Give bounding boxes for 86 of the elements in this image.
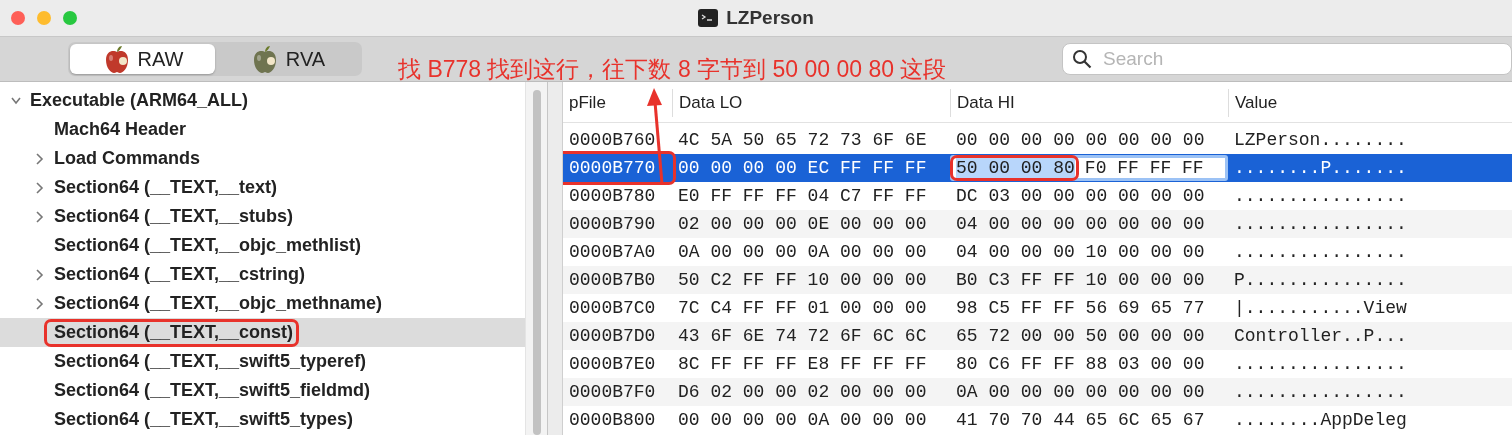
tree-item[interactable]: Section64 (__TEXT,__const): [0, 318, 525, 347]
tree-item[interactable]: Section64 (__TEXT,__objc_methname): [0, 289, 525, 318]
table-cell-text: 0000B800: [568, 409, 657, 432]
table-cell-text: 4C 5A 50 65 72 73 6F 6E: [677, 129, 928, 152]
table-cell-text: 0A 00 00 00 0A 00 00 00: [677, 241, 928, 264]
table-row[interactable]: 0000B7D0 43 6F 6E 74 72 6F 6C 6C 65 72 00 00 50 00 00 00 Controller..P...: [563, 322, 1512, 350]
column-header[interactable]: Data HI: [950, 89, 1228, 117]
tree-item[interactable]: Section64 (__TEXT,__cstring): [0, 260, 525, 289]
chevron-icon[interactable]: [35, 267, 45, 282]
table-row[interactable]: 0000B790 02 00 00 00 0E 00 00 00 04 00 00 00 00 00 00 00 ................: [563, 210, 1512, 238]
table-cell-text: 00 00 00 00 EC FF FF FF: [677, 157, 928, 180]
search-icon: [1072, 49, 1092, 69]
table-cell-text: DC 03 00 00 00 00 00 00: [955, 185, 1206, 208]
table-cell-text: ................: [1233, 185, 1408, 208]
cell-text: F0 FF FF FF: [1084, 158, 1204, 178]
table-cell-text: ........P.......: [1233, 157, 1408, 180]
table-cell-text: 0A 00 00 00 00 00 00 00: [955, 381, 1206, 404]
table-cell-text: Controller..P...: [1233, 325, 1408, 348]
table-cell-text: 00 00 00 00 00 00 00 00: [955, 129, 1206, 152]
scrollbar[interactable]: [525, 82, 547, 435]
table-cell-text: 04 00 00 00 10 00 00 00: [955, 241, 1206, 264]
chevron-icon[interactable]: [35, 296, 45, 311]
table-cell-text: 0000B790: [568, 213, 657, 236]
cell-editor[interactable]: 50 00 00 80 F0 FF FF FF: [950, 155, 1228, 181]
tree-item[interactable]: Section64 (__TEXT,__swift5_fieldmd): [0, 376, 525, 405]
tree-item[interactable]: Executable (ARM64_ALL): [0, 86, 525, 115]
tree-item[interactable]: Mach64 Header: [0, 115, 525, 144]
column-header[interactable]: Value: [1228, 89, 1512, 117]
table-cell-text: 50 C2 FF FF 10 00 00 00: [677, 269, 928, 292]
tree-item[interactable]: Section64 (__TEXT,__swift5_types): [0, 405, 525, 434]
table-row[interactable]: 0000B800 00 00 00 00 0A 00 00 00 41 70 70 44 65 6C 65 67 ........AppDeleg: [563, 406, 1512, 434]
table-cell-text: B0 C3 FF FF 10 00 00 00: [955, 269, 1206, 292]
table-cell-text: 04 00 00 00 00 00 00 00: [955, 213, 1206, 236]
window-title: LZPerson: [726, 7, 814, 29]
table-cell: 0000B770: [563, 154, 672, 182]
table-row[interactable]: 0000B7E0 8C FF FF FF E8 FF FF FF 80 C6 FF FF 88 03 00 00 ................: [563, 350, 1512, 378]
tree-item[interactable]: Section64 (__TEXT,__objc_methlist): [0, 231, 525, 260]
terminal-icon: [698, 9, 719, 27]
table-cell-text: |...........View: [1233, 297, 1408, 320]
mode-tab[interactable]: RAW: [70, 44, 215, 74]
table-cell-text: 98 C5 FF FF 56 69 65 77: [955, 297, 1206, 320]
table-cell-text: 41 70 70 44 65 6C 65 67: [955, 409, 1206, 432]
table-cell-text: 65 72 00 00 50 00 00 00: [955, 325, 1206, 348]
table-cell-text: 0000B7B0: [568, 269, 657, 292]
chevron-icon[interactable]: [35, 209, 45, 224]
table-cell-text: ................: [1233, 241, 1408, 264]
chevron-icon[interactable]: [35, 180, 45, 195]
table-row[interactable]: 0000B760 4C 5A 50 65 72 73 6F 6E 00 00 00 00 00 00 00 00 LZPerson........: [563, 126, 1512, 154]
table-cell-text: E0 FF FF FF 04 C7 FF FF: [677, 185, 928, 208]
mode-tab[interactable]: RVA: [215, 44, 360, 74]
table-cell-text: P...............: [1233, 269, 1408, 292]
table-cell-text: 80 C6 FF FF 88 03 00 00: [955, 353, 1206, 376]
search-field[interactable]: Search: [1062, 43, 1512, 75]
table-row[interactable]: 0000B7B0 50 C2 FF FF 10 00 00 00 B0 C3 FF FF 10 00 00 00 P...............: [563, 266, 1512, 294]
table-cell-text: 0000B7D0: [568, 325, 657, 348]
close-button[interactable]: [11, 11, 25, 25]
table-cell-text: 0000B7A0: [568, 241, 657, 264]
table-cell-text: ................: [1233, 213, 1408, 236]
tree-item[interactable]: Section64 (__TEXT,__stubs): [0, 202, 525, 231]
column-header[interactable]: Data LO: [672, 89, 950, 117]
table-cell-text: 00 00 00 00 0A 00 00 00: [677, 409, 928, 432]
table-cell-text: ................: [1233, 353, 1408, 376]
tree-item[interactable]: Section64 (__TEXT,__swift5_typeref): [0, 347, 525, 376]
table-cell-text: 8C FF FF FF E8 FF FF FF: [677, 353, 928, 376]
table-cell-text: 0000B7E0: [568, 353, 657, 376]
table-cell-text: 0000B760: [568, 129, 657, 152]
table-row[interactable]: 0000B7A0 0A 00 00 00 0A 00 00 00 04 00 00 00 10 00 00 00 ................: [563, 238, 1512, 266]
table-cell-text: ................: [1233, 381, 1408, 404]
table-row[interactable]: 0000B7C0 7C C4 FF FF 01 00 00 00 98 C5 FF FF 56 69 65 77 |...........View: [563, 294, 1512, 322]
column-header[interactable]: pFile: [563, 89, 672, 117]
chevron-icon[interactable]: [35, 151, 45, 166]
tree-item[interactable]: Section64 (__TEXT,__text): [0, 173, 525, 202]
table-cell-text: 0000B7C0: [568, 297, 657, 320]
tree-item[interactable]: Load Commands: [0, 144, 525, 173]
table-cell-text: 7C C4 FF FF 01 00 00 00: [677, 297, 928, 320]
table-row[interactable]: 0000B7F0 D6 02 00 00 02 00 00 00 0A 00 00 00 00 00 00 00 ................: [563, 378, 1512, 406]
annotation-text: 找 B778 找到这行，往下数 8 字节到 50 00 00 80 这段: [398, 55, 947, 84]
table-cell-text: LZPerson........: [1233, 129, 1408, 152]
table-row[interactable]: 0000B780 E0 FF FF FF 04 C7 FF FF DC 03 00 00 00 00 00 00 ................: [563, 182, 1512, 210]
table-cell-text: 0000B780: [568, 185, 657, 208]
table-cell-text: 43 6F 6E 74 72 6F 6C 6C: [677, 325, 928, 348]
table-cell-text: ........AppDeleg: [1233, 409, 1408, 432]
table-cell-text: 02 00 00 00 0E 00 00 00: [677, 213, 928, 236]
table-row[interactable]: 0000B770 00 00 00 00 EC FF FF FF 50 00 00 80 F0 FF FF FF ........P.......: [563, 154, 1512, 182]
table-cell-text: D6 02 00 00 02 00 00 00: [677, 381, 928, 404]
table-cell-text: 0000B7F0: [568, 381, 657, 404]
